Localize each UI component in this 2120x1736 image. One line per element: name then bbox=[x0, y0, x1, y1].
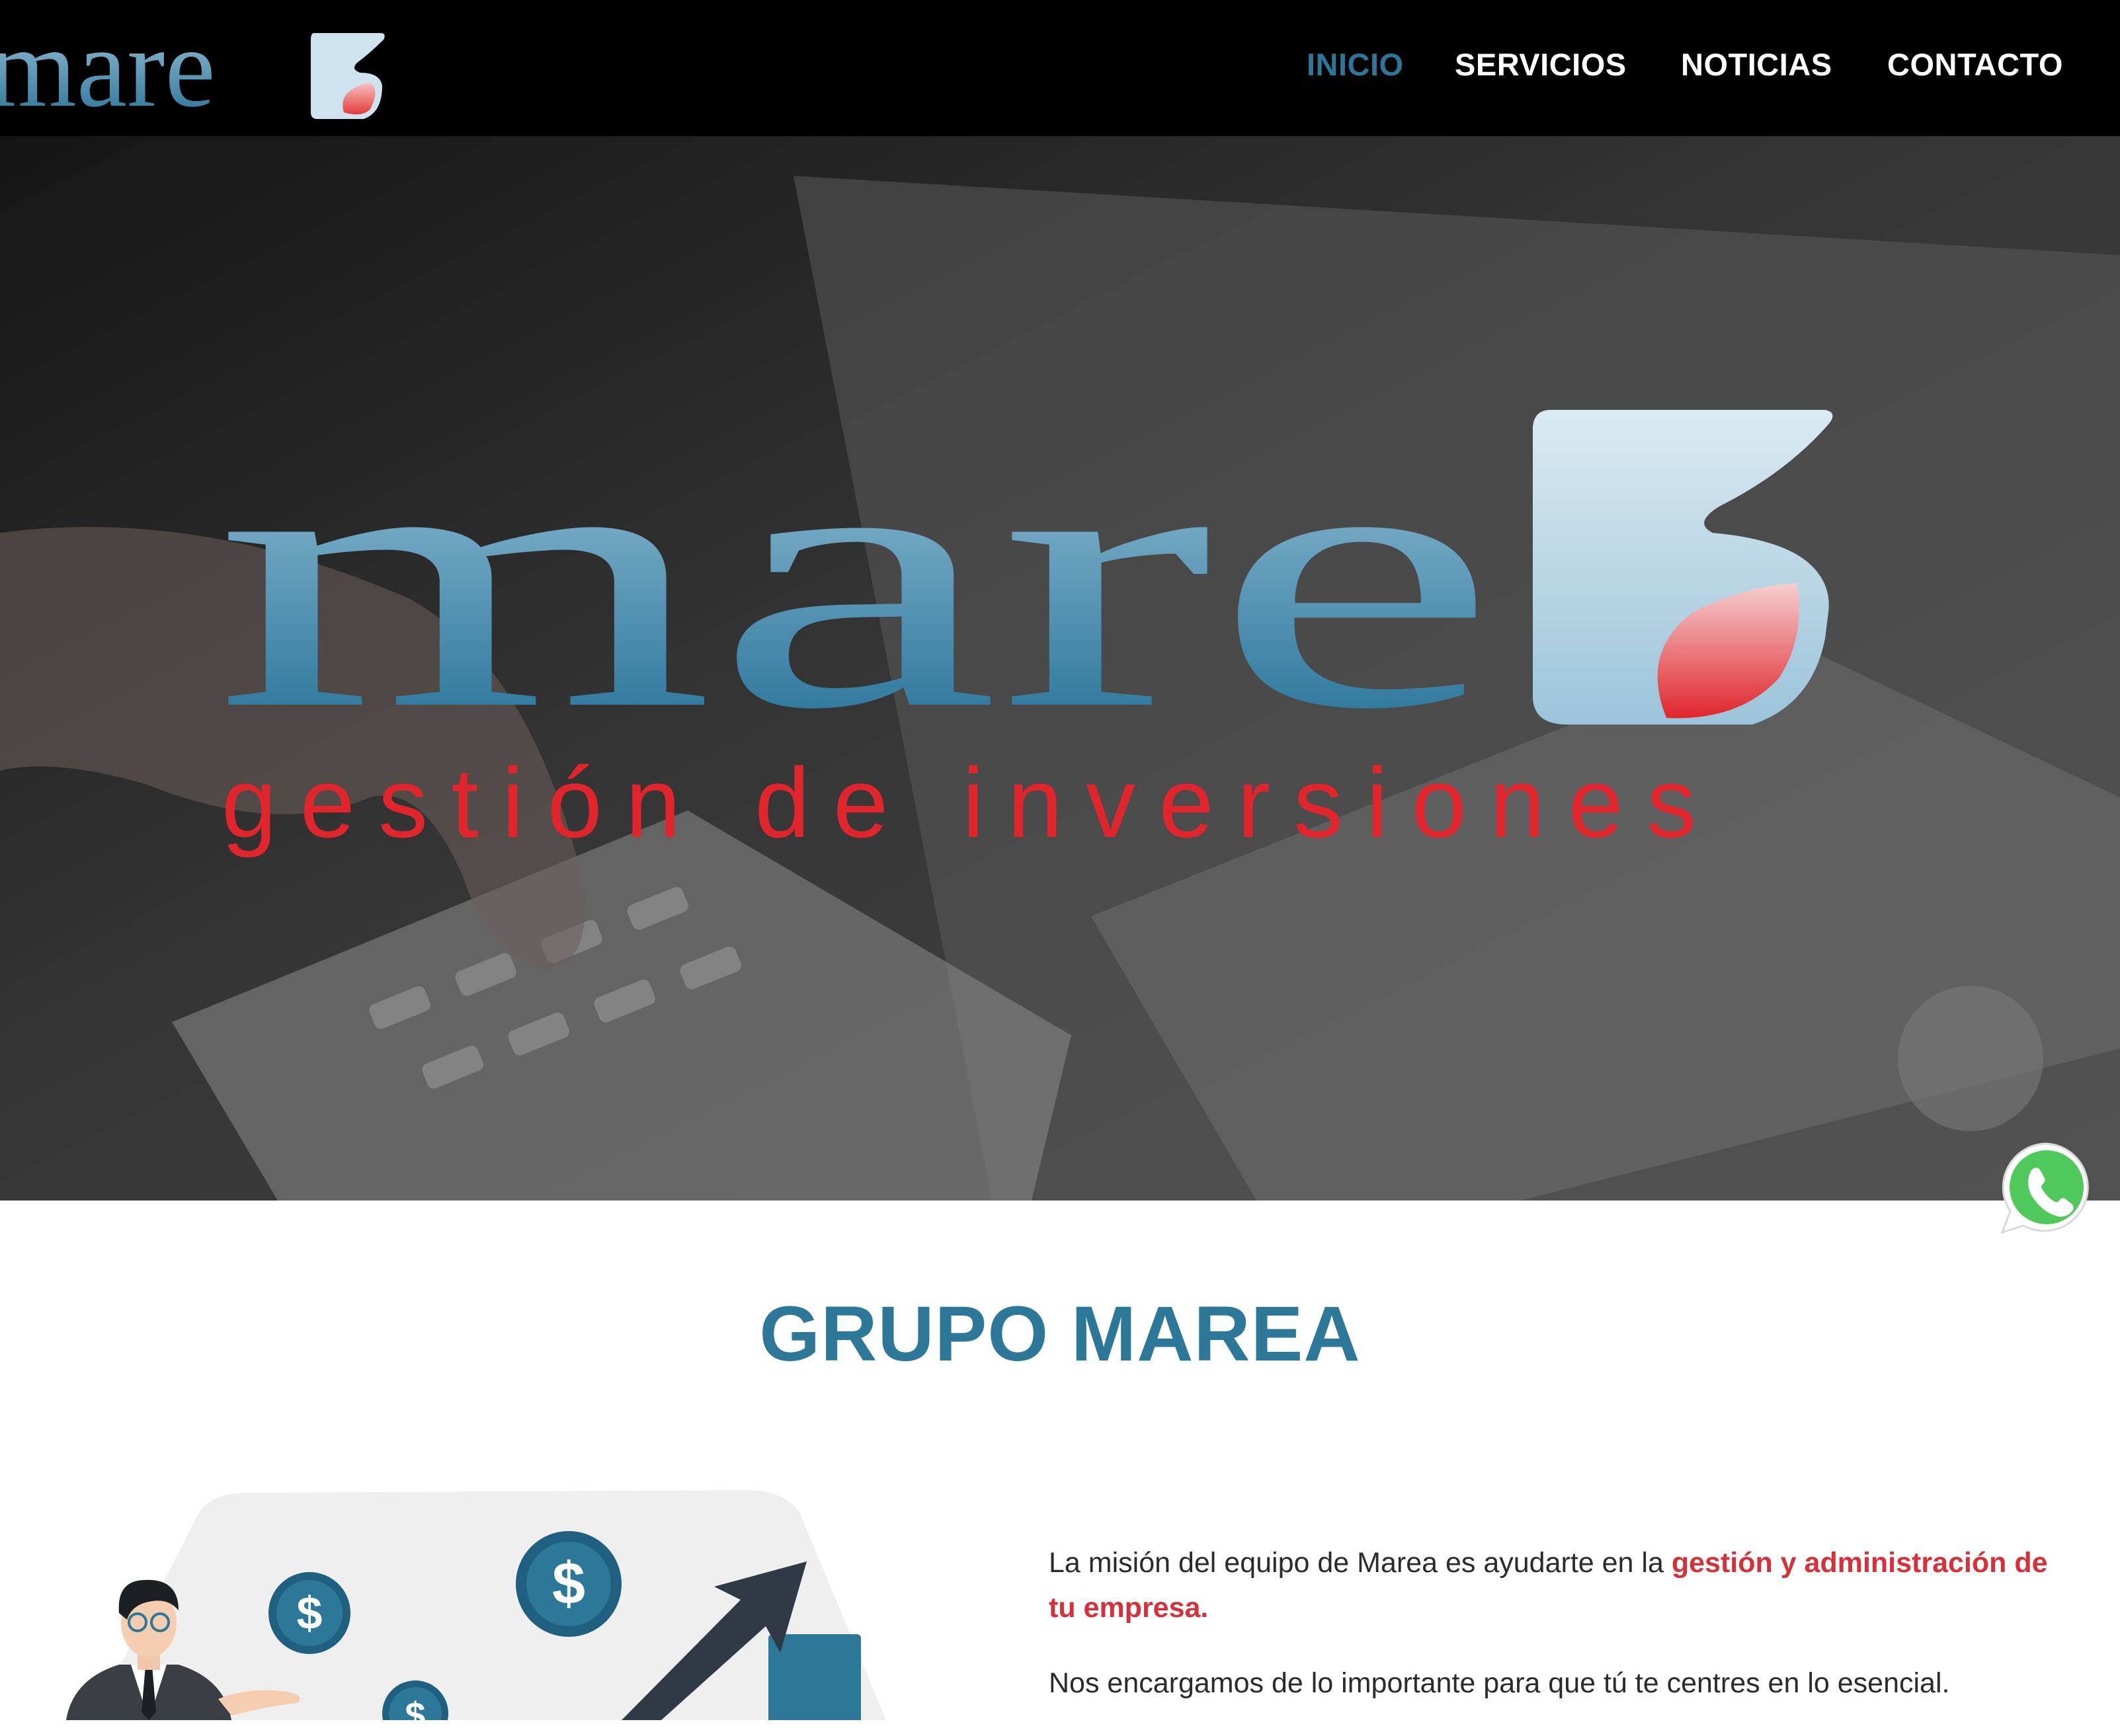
svg-text:$: $ bbox=[405, 1694, 425, 1720]
main-nav: INICIO SERVICIOS NOTICIAS CONTACTO bbox=[1260, 0, 2120, 136]
essential-paragraph: Nos encargamos de lo importante para que… bbox=[1049, 1667, 1950, 1699]
nav-item-inicio[interactable]: INICIO bbox=[1307, 46, 1404, 83]
logo-mark: mare bbox=[0, 13, 385, 126]
svg-text:$: $ bbox=[297, 1587, 323, 1639]
logo-text: mare bbox=[0, 13, 216, 126]
nav-item-servicios[interactable]: SERVICIOS bbox=[1455, 46, 1627, 83]
section-title: GRUPO MAREA bbox=[759, 1290, 1361, 1378]
hero-banner: mare gestión de inversiones bbox=[0, 136, 2120, 1201]
hero-background-photo: mare gestión de inversiones bbox=[0, 136, 2120, 1201]
site-logo[interactable]: mare bbox=[0, 13, 397, 126]
top-navbar: mare INICIO SERVICIOS NOTICIAS CONTACTO bbox=[0, 0, 2120, 136]
whatsapp-button[interactable] bbox=[1997, 1138, 2096, 1238]
mission-paragraph: La misión del equipo de Marea es ayudart… bbox=[1049, 1540, 2080, 1630]
finance-growth-illustration: $ $ $ bbox=[66, 1490, 886, 1720]
hero-logo-text: mare bbox=[215, 370, 1498, 787]
mission-text: La misión del equipo de Marea es ayudart… bbox=[1049, 1540, 2080, 1736]
nav-item-contacto[interactable]: CONTACTO bbox=[1887, 46, 2063, 83]
whatsapp-icon bbox=[2000, 1142, 2089, 1234]
business-illustration: $ $ $ bbox=[53, 1487, 886, 1720]
coin-icon-2: $ bbox=[516, 1531, 622, 1637]
svg-text:$: $ bbox=[552, 1551, 585, 1617]
mission-text-intro: La misión del equipo de Marea es ayudart… bbox=[1049, 1547, 1672, 1579]
coin-icon-1: $ bbox=[268, 1572, 350, 1654]
nav-item-noticias[interactable]: NOTICIAS bbox=[1681, 46, 1832, 83]
